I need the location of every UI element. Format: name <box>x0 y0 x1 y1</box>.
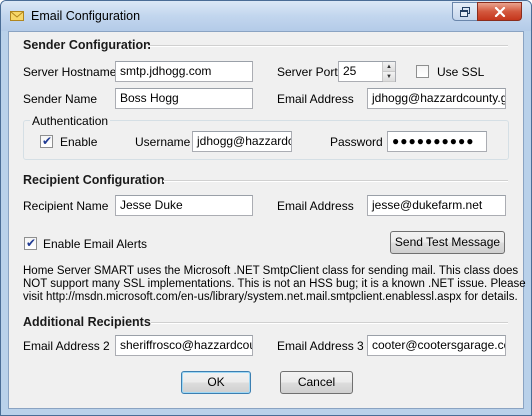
sender-section-title: Sender Configuration <box>23 38 151 52</box>
recipient-name-label: Recipient Name <box>23 199 109 213</box>
ssl-note-line-3: visit http://msdn.microsoft.com/en-us/li… <box>23 291 518 303</box>
recipient-name-input[interactable]: Jesse Duke <box>115 195 253 216</box>
email-address-3-input[interactable]: cooter@cootersgarage.com <box>367 335 506 356</box>
password-input[interactable]: ●●●●●●●●●● <box>387 131 487 152</box>
ssl-note-line-1: Home Server SMART uses the Microsoft .NE… <box>23 265 519 277</box>
email-address-2-input[interactable]: sheriffrosco@hazzardcounty.gov <box>115 335 253 356</box>
recipient-email-label: Email Address <box>277 199 354 213</box>
enable-email-alerts-label: Enable Email Alerts <box>43 237 148 251</box>
auth-enable-checkbox[interactable]: ✔ <box>40 134 53 148</box>
username-input[interactable]: jdhogg@hazzardcounty.gov <box>192 131 292 152</box>
password-label: Password <box>330 135 383 149</box>
email-address-2-label: Email Address 2 <box>23 339 110 353</box>
ssl-note-line-2: NOT support many SSL implementations. Th… <box>23 278 526 290</box>
authentication-group-title: Authentication <box>30 114 111 128</box>
server-port-spinner[interactable]: ▲ ▼ <box>382 62 395 82</box>
sender-section-separator <box>148 45 508 47</box>
use-ssl-checkbox[interactable] <box>416 65 429 78</box>
checkmark-icon: ✔ <box>42 134 53 148</box>
ok-button[interactable]: OK <box>181 371 251 394</box>
server-hostname-label: Server Hostname <box>23 65 117 79</box>
checkmark-icon: ✔ <box>26 236 37 250</box>
email-address-3-label: Email Address 3 <box>277 339 364 353</box>
server-hostname-input[interactable]: smtp.jdhogg.com <box>115 61 253 82</box>
sender-email-input[interactable]: jdhogg@hazzardcounty.gov <box>367 88 506 109</box>
server-port-value: 25 <box>343 64 357 78</box>
recipient-section-title: Recipient Configuration <box>23 173 165 187</box>
additional-recipients-title: Additional Recipients <box>23 315 151 329</box>
additional-section-separator <box>151 322 508 324</box>
cancel-button[interactable]: Cancel <box>280 371 353 394</box>
send-test-message-button[interactable]: Send Test Message <box>390 231 505 254</box>
recipient-email-input[interactable]: jesse@dukefarm.net <box>367 195 506 216</box>
auth-enable-label: Enable <box>60 135 98 149</box>
username-label: Username <box>135 135 191 149</box>
sender-name-label: Sender Name <box>23 92 98 106</box>
sender-name-input[interactable]: Boss Hogg <box>115 88 253 109</box>
use-ssl-label: Use SSL <box>437 65 485 79</box>
recipient-section-separator <box>163 180 508 182</box>
spin-up-arrow-icon[interactable]: ▲ <box>383 62 395 72</box>
spin-down-arrow-icon[interactable]: ▼ <box>383 72 395 82</box>
server-port-label: Server Port <box>277 65 338 79</box>
enable-email-alerts-checkbox[interactable]: ✔ <box>24 236 37 250</box>
sender-email-label: Email Address <box>277 92 354 106</box>
